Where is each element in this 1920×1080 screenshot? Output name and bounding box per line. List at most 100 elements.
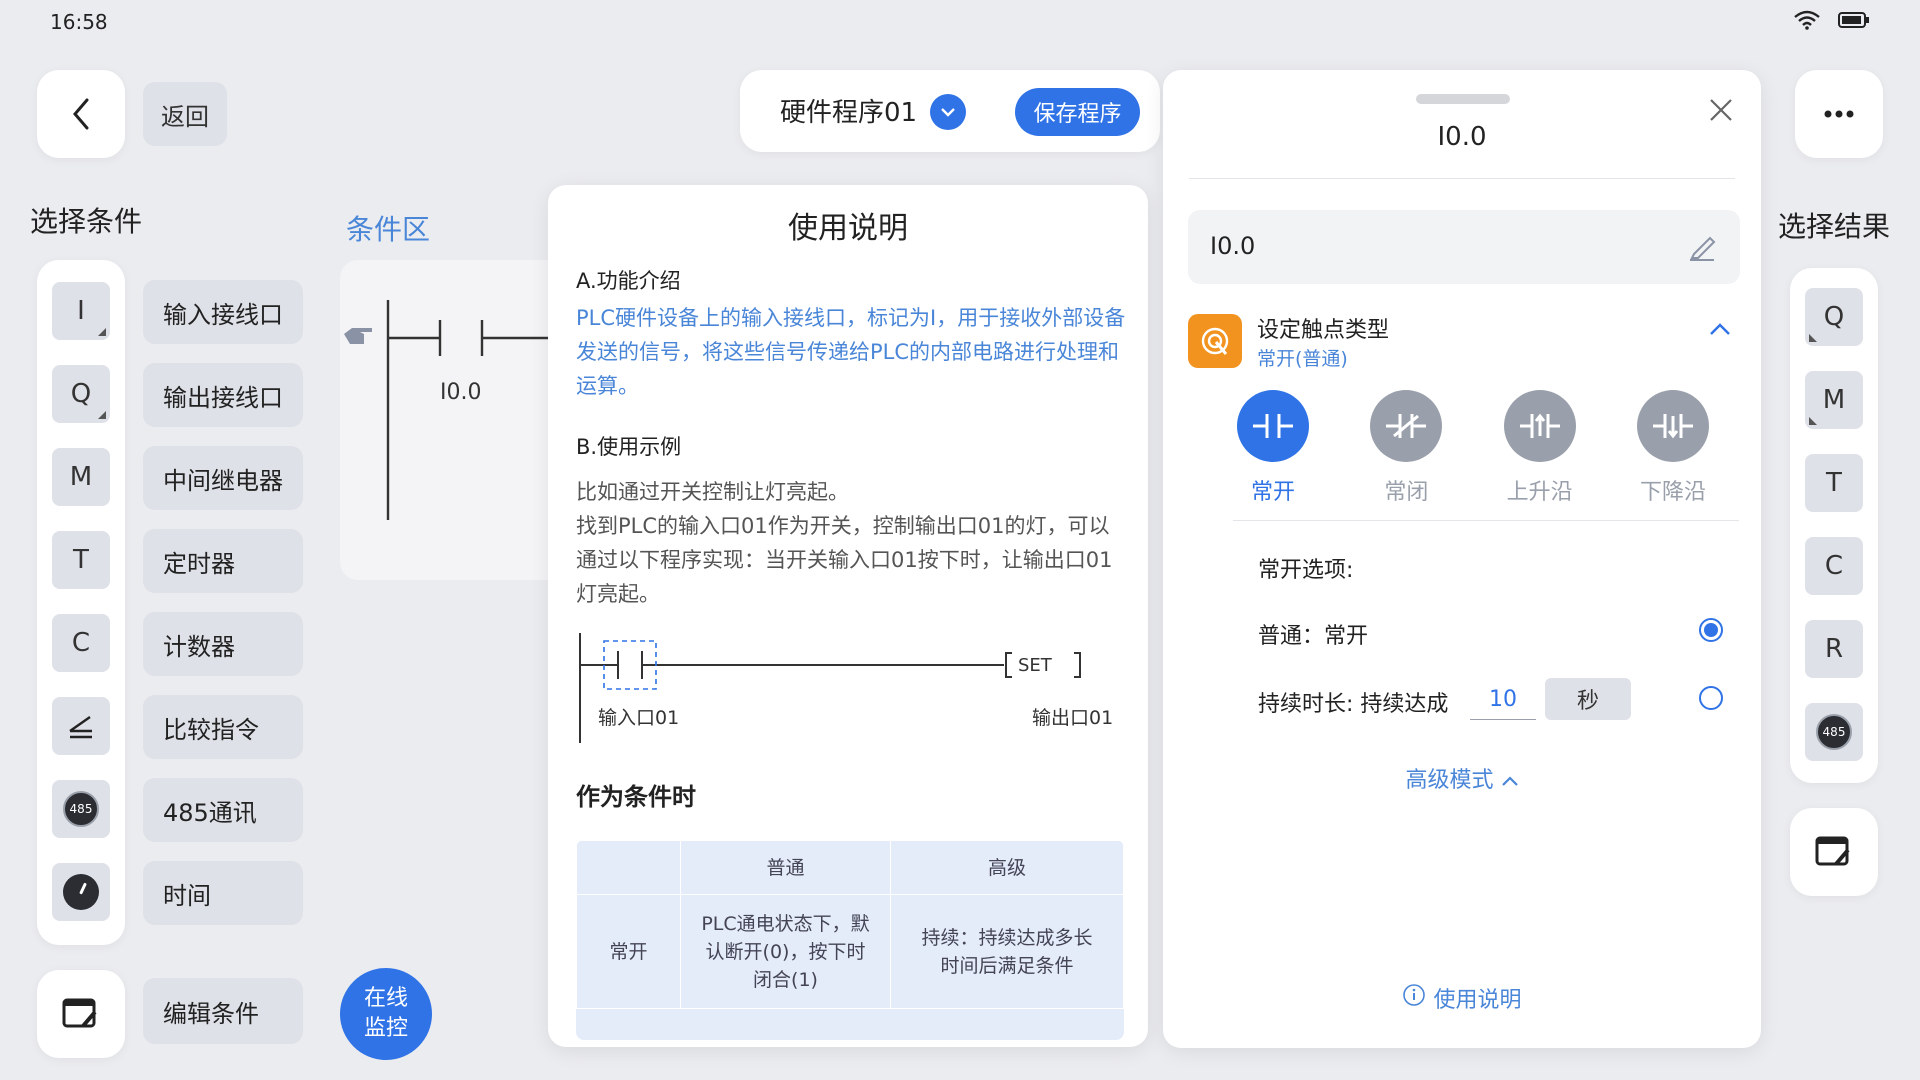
back-label[interactable]: 返回 — [143, 82, 227, 146]
online-line1: 在线 — [363, 986, 408, 1011]
rising-edge-icon — [1519, 413, 1560, 438]
label-time[interactable]: 时间 — [143, 861, 303, 925]
props-title: I0.0 — [1437, 122, 1487, 152]
table-head-1: 普通 — [680, 840, 891, 895]
contact-type-sub: 常开(普通) — [1257, 348, 1348, 370]
result-item-q[interactable]: Q — [1805, 288, 1863, 346]
battery-icon — [1838, 12, 1869, 28]
compare-icon[interactable] — [52, 697, 110, 755]
diagram-set: SET — [1018, 655, 1052, 676]
result-item-485[interactable]: 485 — [1805, 703, 1863, 761]
advanced-mode-label: 高级模式 — [1405, 768, 1494, 793]
condition-strip: I Q M T C 485 — [37, 260, 125, 945]
drag-handle[interactable] — [1416, 94, 1510, 104]
diagram-input: 输入口01 — [598, 707, 680, 729]
program-name[interactable]: 硬件程序01 — [780, 92, 917, 129]
wifi-icon — [1794, 10, 1820, 30]
strip-item-q[interactable]: Q — [52, 365, 110, 423]
strip-item-m[interactable]: M — [52, 448, 110, 506]
program-bar: 硬件程序01 保存程序 — [740, 70, 1160, 152]
close-button[interactable] — [1701, 90, 1741, 130]
help-title: 使用说明 — [788, 211, 908, 246]
result-item-c[interactable]: C — [1805, 537, 1863, 595]
options-title: 常开选项: — [1258, 558, 1354, 583]
types-divider — [1233, 520, 1739, 521]
contact-name-value: I0.0 — [1210, 232, 1256, 260]
clock-icon[interactable] — [52, 863, 110, 921]
pencil-icon[interactable] — [1686, 230, 1718, 262]
label-compare[interactable]: 比较指令 — [143, 695, 303, 759]
info-icon — [1403, 984, 1426, 1006]
strip-item-i[interactable]: I — [52, 282, 110, 340]
help-table: 普通 高级 常开 PLC通电状态下，默认断开(0)，按下时闭合(1) 持续：持续… — [576, 840, 1124, 1040]
status-time: 16:58 — [50, 10, 108, 34]
type-rising-edge[interactable]: 上升沿 — [1490, 390, 1590, 506]
contact-name-field[interactable]: I0.0 — [1188, 210, 1740, 284]
contact-type-title[interactable]: 设定触点类型 — [1257, 312, 1389, 344]
condition-area-title: 条件区 — [346, 213, 431, 246]
program-dropdown[interactable] — [930, 94, 966, 130]
online-monitor-button[interactable]: 在线 监控 — [340, 968, 432, 1060]
duration-unit-button[interactable]: 秒 — [1545, 678, 1631, 720]
label-counter[interactable]: 计数器 — [143, 612, 303, 676]
usage-link[interactable]: 使用说明 — [1163, 982, 1761, 1014]
status-icons — [1794, 10, 1870, 30]
help-as-condition: 作为条件时 — [576, 783, 696, 811]
strip-item-c[interactable]: C — [52, 614, 110, 672]
help-section-a-text: PLC硬件设备上的输入接线口，标记为I，用于接收外部设备发送的信号，将这些信号传… — [576, 306, 1126, 398]
type-normally-open[interactable]: 常开 — [1223, 390, 1323, 506]
properties-panel: I0.0 I0.0 设定触点类型 常开(普通) 常开 常闭 上升沿 下降沿 常开… — [1163, 70, 1761, 1048]
pointer-hand-icon — [344, 328, 372, 344]
radio-duration[interactable] — [1699, 686, 1723, 710]
edit-condition-label[interactable]: 编辑条件 — [143, 978, 303, 1044]
label-485[interactable]: 485通讯 — [143, 778, 303, 842]
label-input[interactable]: 输入接线口 — [143, 280, 303, 344]
edit-icon — [62, 998, 97, 1028]
strip-item-t[interactable]: T — [52, 531, 110, 589]
select-result-title: 选择结果 — [1778, 210, 1891, 243]
type-falling-edge[interactable]: 下降沿 — [1623, 390, 1723, 506]
label-relay[interactable]: 中间继电器 — [143, 446, 303, 510]
help-section-b-text2: 找到PLC的输入口01作为开关，控制输出口01的灯，可以通过以下程序实现：当开关… — [576, 514, 1113, 606]
table-cell-advanced: 持续：持续达成多长时间后满足条件 — [890, 894, 1124, 1009]
radio-normal[interactable] — [1699, 618, 1723, 642]
contact-closed-icon — [1386, 414, 1427, 438]
option-normal[interactable]: 普通：常开 — [1258, 618, 1368, 650]
result-item-m[interactable]: M — [1805, 371, 1863, 429]
table-cell-type: 常开 — [576, 894, 681, 1009]
contact-open-icon — [1253, 414, 1293, 438]
chevron-up-icon[interactable] — [1709, 322, 1731, 336]
contact-label: I0.0 — [440, 380, 482, 405]
edit-condition-button[interactable] — [37, 970, 125, 1058]
duration-input[interactable]: 10 — [1470, 680, 1536, 720]
edit-icon — [1815, 836, 1850, 866]
back-button[interactable] — [37, 70, 125, 158]
diagram-output: 输出口01 — [1032, 707, 1114, 729]
table-cell-normal: PLC通电状态下，默认断开(0)，按下时闭合(1) — [680, 894, 891, 1009]
more-button[interactable] — [1795, 70, 1883, 158]
condition-labels: 输入接线口 输出接线口 中间继电器 定时器 计数器 比较指令 485通讯 时间 — [143, 280, 303, 944]
chevron-up-icon — [1501, 776, 1518, 786]
result-item-r[interactable]: R — [1805, 620, 1863, 678]
edit-result-button[interactable] — [1790, 808, 1878, 896]
save-program-button[interactable]: 保存程序 — [1015, 88, 1140, 136]
online-line2: 监控 — [363, 1016, 408, 1041]
condition-area[interactable]: I0.0 — [340, 260, 584, 580]
contact-types: 常开 常闭 上升沿 下降沿 — [1223, 390, 1723, 506]
touch-icon — [1188, 314, 1242, 368]
label-output[interactable]: 输出接线口 — [143, 363, 303, 427]
chevron-left-icon — [73, 98, 89, 130]
type-normally-closed[interactable]: 常闭 — [1356, 390, 1456, 506]
result-item-t[interactable]: T — [1805, 454, 1863, 512]
table-head-2: 高级 — [890, 840, 1124, 895]
help-section-b: B.使用示例 — [576, 435, 682, 459]
chevron-down-icon — [941, 108, 955, 117]
label-timer[interactable]: 定时器 — [143, 529, 303, 593]
advanced-mode-toggle[interactable]: 高级模式 — [1163, 762, 1761, 794]
close-icon — [1710, 99, 1732, 121]
strip-item-485[interactable]: 485 — [52, 780, 110, 838]
option-duration[interactable]: 持续时长: 持续达成 — [1258, 686, 1448, 718]
props-divider — [1189, 178, 1735, 179]
help-section-b-text1: 比如通过开关控制让灯亮起。 — [576, 480, 849, 504]
select-condition-title: 选择条件 — [30, 205, 143, 238]
